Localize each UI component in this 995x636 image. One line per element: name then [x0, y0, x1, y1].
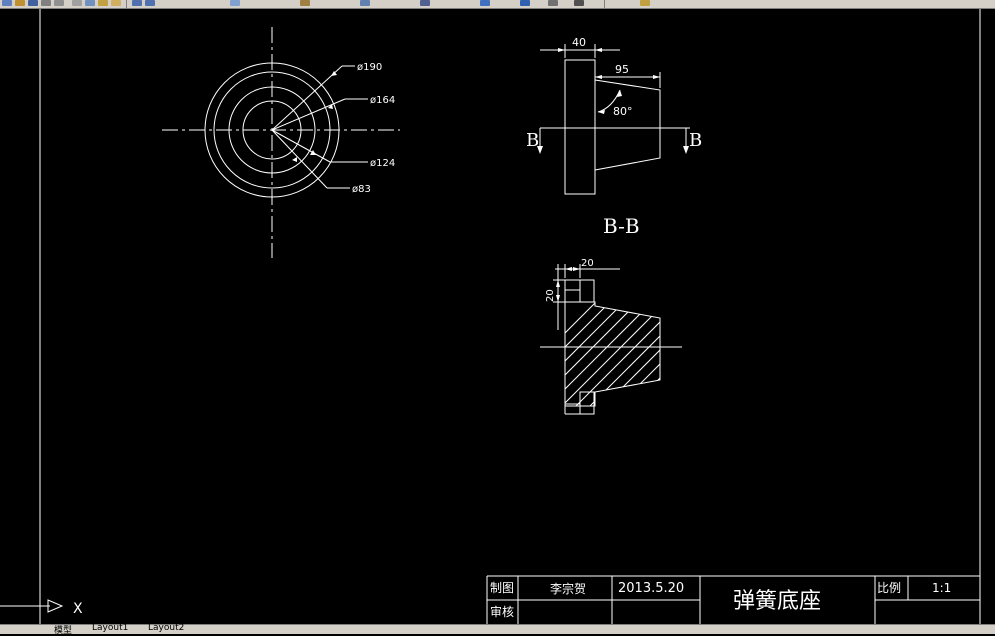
help-icon[interactable] [640, 0, 650, 6]
title-review-label: 审核 [490, 604, 514, 619]
title-date: 2013.5.20 [618, 581, 684, 596]
paste-icon[interactable] [98, 0, 108, 6]
tool-palette-icon[interactable] [548, 0, 558, 6]
section-title: B-B [603, 214, 640, 238]
preview-icon[interactable] [54, 0, 64, 6]
cut-icon[interactable] [72, 0, 82, 6]
design-center-icon[interactable] [520, 0, 530, 6]
new-icon[interactable] [2, 0, 12, 6]
title-drawing-name: 弹簧底座 [733, 589, 821, 614]
title-drawn-label: 制图 [490, 581, 514, 595]
tab-model[interactable]: 模型 [54, 623, 72, 636]
dim-diameter-164: ø164 [370, 95, 395, 106]
section-view [540, 264, 682, 415]
flange-rect [564, 59, 596, 195]
dim-section-horizontal: 20 [581, 258, 594, 269]
dim-diameter-83: ø83 [352, 184, 371, 195]
zoom-window-icon[interactable] [360, 0, 370, 6]
top-view-arrows [292, 71, 337, 162]
match-icon[interactable] [111, 0, 121, 6]
tab-layout1[interactable]: Layout1 [92, 623, 128, 633]
pan-icon[interactable] [230, 0, 240, 6]
dim-length-95: 95 [615, 63, 629, 76]
calculator-icon[interactable] [574, 0, 584, 6]
tab-layout2[interactable]: Layout2 [148, 623, 184, 633]
dim-section-vertical: 20 [545, 289, 556, 302]
section-mark-left: B [526, 130, 539, 151]
dim-width-40: 40 [572, 36, 586, 49]
redo-icon[interactable] [145, 0, 155, 6]
title-drawer-name: 李宗贺 [550, 581, 586, 596]
print-icon[interactable] [41, 0, 51, 6]
title-scale-label: 比例 [877, 581, 901, 595]
zoom-icon[interactable] [300, 0, 310, 6]
toolbar [0, 0, 995, 9]
drawing-canvas[interactable]: ø190 ø164 ø124 ø83 40 95 80° B B B-B 20 … [0, 9, 995, 624]
cone-outline [594, 79, 661, 171]
section-view-arrows [556, 267, 580, 302]
title-scale-value: 1:1 [932, 581, 951, 595]
copy-icon[interactable] [85, 0, 95, 6]
bolt-slot-top [579, 279, 595, 303]
ucs-x-label: X [73, 601, 83, 617]
zoom-previous-icon[interactable] [420, 0, 430, 6]
dim-diameter-190: ø190 [357, 62, 382, 73]
section-mark-right: B [689, 130, 702, 151]
properties-icon[interactable] [480, 0, 490, 6]
save-icon[interactable] [28, 0, 38, 6]
dim-diameter-124: ø124 [370, 158, 395, 169]
dim-angle-80: 80° [613, 105, 633, 118]
undo-icon[interactable] [132, 0, 142, 6]
ucs-icon [0, 599, 64, 613]
section-hatch [565, 302, 660, 406]
drawing-frame [39, 9, 981, 624]
open-icon[interactable] [15, 0, 25, 6]
